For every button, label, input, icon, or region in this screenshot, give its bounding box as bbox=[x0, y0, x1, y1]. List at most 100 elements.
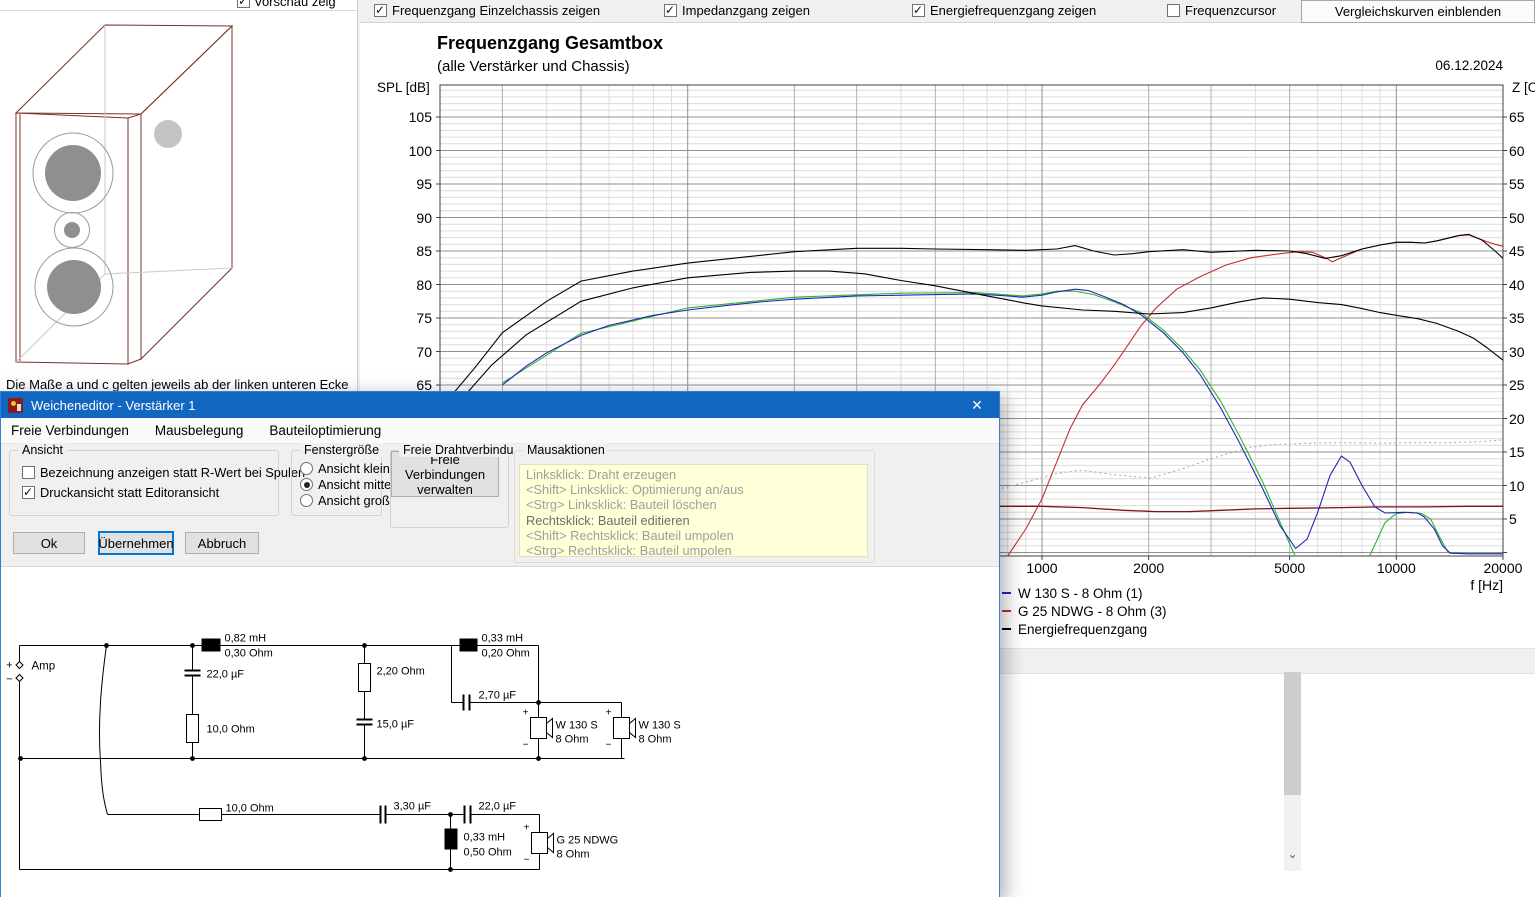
axis-tick-label: 75 bbox=[388, 310, 432, 326]
mausaktion-line: <Shift> Linksklick: Optimierung an/aus bbox=[526, 482, 861, 497]
axis-tick-label: 70 bbox=[388, 344, 432, 360]
abbruch-button[interactable]: Abbruch bbox=[185, 532, 259, 554]
driver-woofer-top bbox=[33, 133, 113, 213]
component-amp[interactable]: + − Amp bbox=[6, 660, 55, 686]
axis-tick-label: 35 bbox=[1509, 310, 1525, 326]
component-speaker-w130s-1[interactable]: + − W 130 S 8 Ohm bbox=[523, 708, 598, 751]
axis-tick-label: 30 bbox=[1509, 344, 1525, 360]
amp-plus: + bbox=[6, 660, 12, 672]
mausaktionen-info-box: Linksklick: Draht erzeugen <Shift> Links… bbox=[519, 464, 868, 557]
sp1-ohm-label: 8 Ohm bbox=[556, 734, 589, 746]
polarity-minus: − bbox=[524, 855, 530, 866]
axis-tick-label: 60 bbox=[1509, 143, 1525, 159]
checkbox-icon[interactable] bbox=[22, 486, 35, 499]
radio-icon[interactable] bbox=[300, 462, 313, 475]
preview-caption: Die Maße a und c gelten jeweils ab der l… bbox=[6, 377, 356, 391]
speaker-box-3d-preview bbox=[0, 11, 357, 377]
axis-tick-label: 90 bbox=[388, 210, 432, 226]
radio-ansicht-klein[interactable]: Ansicht klein bbox=[300, 461, 390, 476]
curve-impedanzgang bbox=[963, 506, 1503, 511]
polarity-plus: + bbox=[524, 823, 530, 834]
curve-g25ndwg bbox=[987, 235, 1503, 579]
weicheneditor-dialog: Weicheneditor - Verstärker 1 ✕ Freie Ver… bbox=[0, 391, 1000, 897]
polarity-minus: − bbox=[606, 740, 612, 751]
radio-icon[interactable] bbox=[300, 494, 313, 507]
l2-value-label: 0,33 mH bbox=[482, 633, 524, 645]
component-resistor-r3[interactable]: 10,0 Ohm bbox=[200, 803, 274, 821]
group-mausaktionen: Mausaktionen Linksklick: Draht erzeugen … bbox=[514, 450, 875, 563]
radio-label: Ansicht klein bbox=[318, 461, 390, 476]
close-icon[interactable]: ✕ bbox=[955, 392, 999, 418]
preview-show-checkbox[interactable]: Vorschau zeig bbox=[237, 0, 336, 9]
polarity-plus: + bbox=[606, 708, 612, 719]
c3-label: 2,70 µF bbox=[479, 690, 517, 702]
axis-tick-label: 25 bbox=[1509, 377, 1525, 393]
menu-freie-verbindungen[interactable]: Freie Verbindungen bbox=[11, 423, 129, 438]
mausaktion-line: <Strg> Rechtsklick: Bauteil umpolen bbox=[526, 543, 861, 558]
group-label: Freie Drahtverbindungen bbox=[399, 443, 513, 457]
checkbox-bezeichnung-anzeigen[interactable]: Bezeichnung anzeigen statt R-Wert bei Sp… bbox=[22, 465, 305, 480]
ok-button[interactable]: Ok bbox=[13, 532, 85, 554]
component-capacitor-c3[interactable]: 2,70 µF bbox=[464, 690, 517, 711]
scrollbar-thumb[interactable] bbox=[1284, 672, 1301, 795]
component-inductor-l3[interactable]: 0,33 mH 0,50 Ohm bbox=[445, 829, 512, 859]
sp1-name-label: W 130 S bbox=[556, 720, 598, 732]
component-capacitor-c5[interactable]: 22,0 µF bbox=[465, 801, 517, 824]
component-resistor-r1[interactable]: 10,0 Ohm bbox=[187, 715, 255, 743]
uebernehmen-button[interactable]: Übernehmen bbox=[98, 531, 174, 555]
app-icon bbox=[8, 398, 23, 413]
mausaktion-line: <Strg> Linksklick: Bauteil löschen bbox=[526, 497, 861, 512]
menu-bauteiloptimierung[interactable]: Bauteiloptimierung bbox=[269, 423, 381, 438]
legend-label: Energiefrequenzgang bbox=[1018, 622, 1147, 637]
component-speaker-g25ndwg[interactable]: + − G 25 NDWG 8 Ohm bbox=[524, 823, 619, 866]
checkbox-druckansicht[interactable]: Druckansicht statt Editoransicht bbox=[22, 485, 219, 500]
dialog-controls: Ansicht Bezeichnung anzeigen statt R-Wer… bbox=[1, 444, 999, 567]
component-capacitor-c1[interactable]: 22,0 µF bbox=[185, 669, 245, 681]
component-capacitor-c2[interactable]: 15,0 µF bbox=[357, 719, 415, 731]
checkbox-label: Druckansicht statt Editoransicht bbox=[40, 485, 219, 500]
amp-label: Amp bbox=[32, 661, 56, 673]
amp-minus: − bbox=[6, 674, 12, 686]
axis-tick-label: 80 bbox=[388, 277, 432, 293]
mausaktion-line: <Shift> Rechtsklick: Bauteil umpolen bbox=[526, 528, 861, 543]
sp2-name-label: W 130 S bbox=[639, 720, 681, 732]
axis-tick-label: 5 bbox=[1509, 511, 1517, 527]
freie-verbindungen-verwalten-button[interactable]: Freie Verbindungen verwalten bbox=[391, 451, 499, 497]
screen: Vorschau zeig bbox=[0, 0, 1535, 897]
legend-item: W 130 S - 8 Ohm (1) bbox=[1002, 584, 1167, 602]
dialog-titlebar[interactable]: Weicheneditor - Verstärker 1 ✕ bbox=[1, 392, 999, 418]
checkbox-icon[interactable] bbox=[237, 0, 250, 8]
l1-r-label: 0,30 Ohm bbox=[225, 648, 273, 660]
c5-label: 22,0 µF bbox=[479, 801, 517, 813]
radio-label: Ansicht groß bbox=[318, 493, 390, 508]
axis-tick-label: 15 bbox=[1509, 444, 1525, 460]
axis-tick-label: 40 bbox=[1509, 277, 1525, 293]
chevron-down-icon[interactable]: ⌄ bbox=[1284, 844, 1301, 864]
dialog-menubar: Freie Verbindungen Mausbelegung Bauteilo… bbox=[1, 418, 999, 444]
checkbox-icon[interactable] bbox=[22, 466, 35, 479]
polarity-plus: + bbox=[523, 708, 529, 719]
menu-mausbelegung[interactable]: Mausbelegung bbox=[155, 423, 244, 438]
r2-label: 2,20 Ohm bbox=[377, 666, 425, 678]
legend-dash-icon bbox=[1002, 610, 1011, 612]
x-axis-label: f [Hz] bbox=[1443, 577, 1503, 593]
radio-ansicht-mittel[interactable]: Ansicht mittel bbox=[300, 477, 394, 492]
l3-value-label: 0,33 mH bbox=[464, 832, 506, 844]
axis-tick-label: 20000 bbox=[1468, 560, 1535, 576]
c1-label: 22,0 µF bbox=[207, 669, 245, 681]
vertical-scrollbar[interactable]: ⌄ bbox=[1284, 672, 1301, 871]
component-speaker-w130s-2[interactable]: + − W 130 S 8 Ohm bbox=[606, 708, 681, 751]
preview-show-label: Vorschau zeig bbox=[254, 0, 336, 9]
polarity-minus: − bbox=[523, 740, 529, 751]
group-label: Mausaktionen bbox=[523, 443, 609, 457]
crossover-schematic[interactable]: + − Amp 0,82 mH 0,30 Ohm 22,0 µF 10,0 Oh… bbox=[1, 566, 997, 897]
radio-icon[interactable] bbox=[300, 478, 313, 491]
sp2-ohm-label: 8 Ohm bbox=[639, 734, 672, 746]
component-capacitor-c4[interactable]: 3,30 µF bbox=[381, 801, 432, 824]
legend-item: G 25 NDWG - 8 Ohm (3) bbox=[1002, 602, 1167, 620]
component-resistor-r2[interactable]: 2,20 Ohm bbox=[359, 664, 425, 692]
driver-woofer-bottom bbox=[35, 248, 113, 326]
c2-label: 15,0 µF bbox=[377, 719, 415, 731]
radio-ansicht-gross[interactable]: Ansicht groß bbox=[300, 493, 390, 508]
checkbox-label: Bezeichnung anzeigen statt R-Wert bei Sp… bbox=[40, 465, 305, 480]
